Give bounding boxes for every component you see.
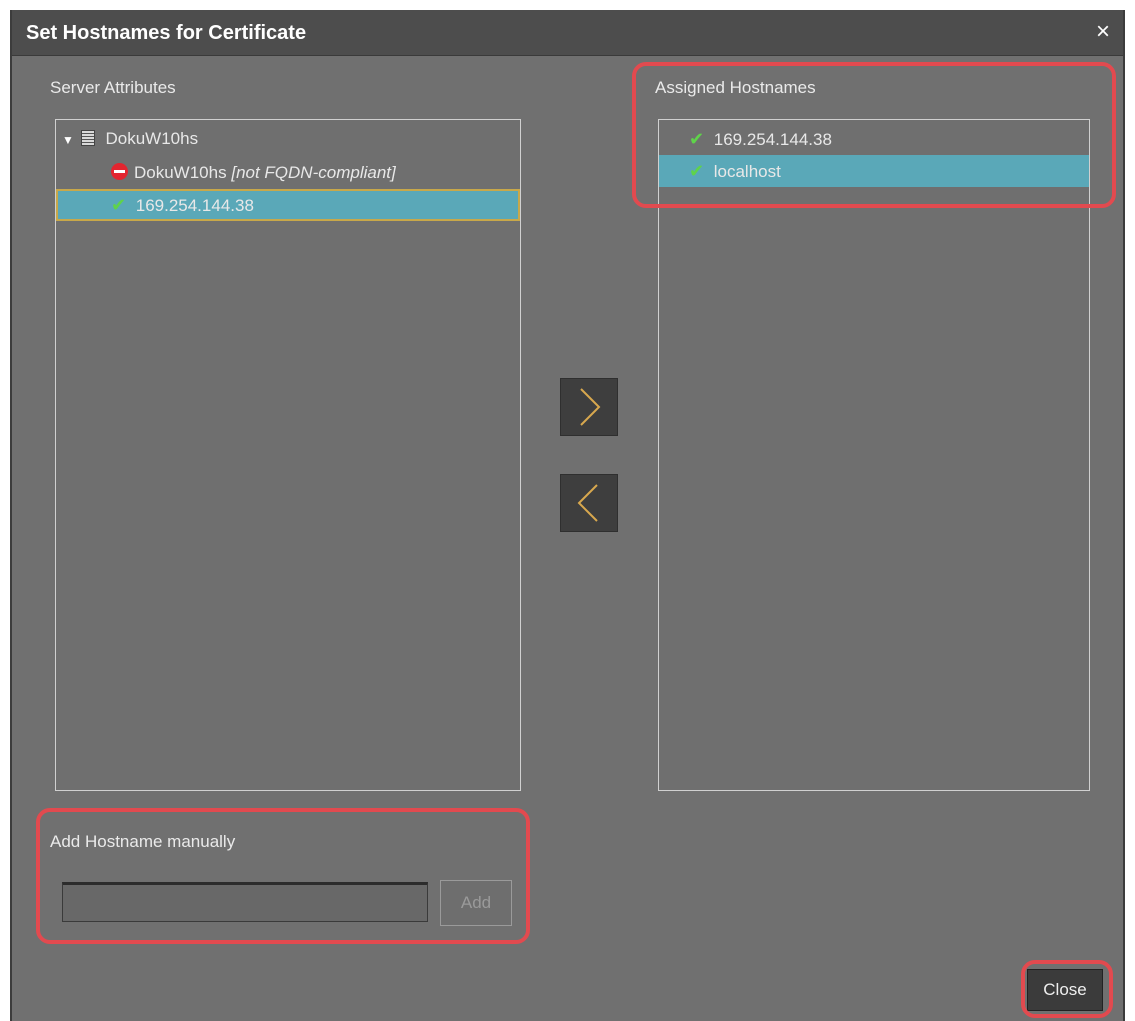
- list-item[interactable]: ✔ 169.254.144.38: [659, 123, 1089, 155]
- tree-item-ip[interactable]: ✔ 169.254.144.38: [56, 189, 520, 221]
- expand-triangle-icon[interactable]: ▼: [62, 124, 76, 156]
- tree-item-label: 169.254.144.38: [135, 196, 254, 215]
- close-button[interactable]: Close: [1027, 969, 1103, 1011]
- list-item[interactable]: ✔ localhost: [659, 155, 1089, 187]
- check-icon: ✔: [111, 195, 127, 215]
- stop-icon: [111, 163, 128, 180]
- manual-hostname-label: Add Hostname manually: [50, 832, 236, 851]
- add-button[interactable]: Add: [440, 880, 512, 926]
- check-icon: ✔: [689, 129, 705, 149]
- list-item-label: localhost: [713, 162, 781, 181]
- dialog-title: Set Hostnames for Certificate: [26, 22, 307, 44]
- tree-root-label: DokuW10hs: [105, 129, 199, 148]
- hostname-input[interactable]: [62, 882, 428, 922]
- list-item-label: 169.254.144.38: [713, 130, 832, 149]
- tree-item-note: [not FQDN-compliant]: [231, 163, 396, 182]
- server-attributes-tree[interactable]: ▼ DokuW10hs DokuW10hs [not FQDN-complian…: [55, 119, 521, 791]
- close-icon[interactable]: ×: [1091, 18, 1115, 46]
- assigned-hostnames-list[interactable]: ✔ 169.254.144.38 ✔ localhost: [658, 119, 1090, 791]
- check-icon: ✔: [689, 161, 705, 181]
- title-bar: Set Hostnames for Certificate ×: [12, 10, 1123, 56]
- chevron-right-icon: [580, 388, 601, 426]
- unassign-button[interactable]: [560, 474, 618, 532]
- chevron-left-icon: [577, 484, 598, 522]
- assigned-hostnames-label: Assigned Hostnames: [655, 78, 816, 97]
- tree-item-label: DokuW10hs: [134, 163, 227, 182]
- assign-button[interactable]: [560, 378, 618, 436]
- hostnames-dialog: Set Hostnames for Certificate × Server A…: [10, 10, 1125, 1021]
- server-attributes-label: Server Attributes: [50, 78, 176, 97]
- server-icon: [80, 130, 95, 146]
- tree-item-hostname[interactable]: DokuW10hs [not FQDN-compliant]: [56, 157, 520, 189]
- tree-root-node[interactable]: ▼ DokuW10hs: [56, 123, 520, 155]
